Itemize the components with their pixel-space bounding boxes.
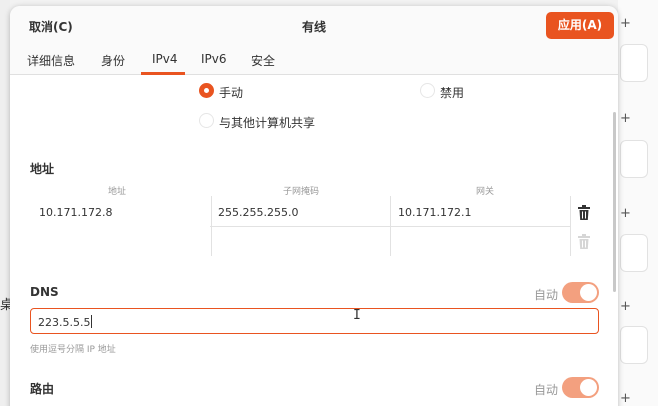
column-divider	[570, 196, 571, 256]
netmask-field[interactable]: 255.255.255.0	[218, 206, 298, 219]
dns-section-title: DNS	[30, 285, 59, 299]
column-header-gateway: 网关	[476, 187, 495, 197]
gateway-field[interactable]: 10.171.172.1	[398, 206, 471, 219]
add-icon: +	[620, 206, 631, 221]
tab-details[interactable]: 详细信息	[27, 52, 75, 69]
tab-ipv6[interactable]: IPv6	[201, 52, 227, 66]
addresses-section-title: 地址	[30, 162, 55, 176]
apply-button[interactable]: 应用(A)	[546, 12, 614, 39]
row-divider	[210, 226, 570, 227]
add-icon: +	[620, 391, 631, 406]
radio-shared-label[interactable]: 与其他计算机共享	[219, 114, 315, 131]
routes-section-title: 路由	[30, 382, 55, 396]
background-card	[620, 44, 648, 82]
dns-auto-label: 自动	[534, 288, 559, 302]
add-icon: +	[620, 16, 631, 31]
radio-manual-label[interactable]: 手动	[219, 84, 243, 101]
background-card	[620, 140, 648, 178]
active-tab-indicator	[141, 72, 185, 75]
dns-auto-toggle[interactable]	[562, 282, 599, 303]
background-sidebar-edge	[0, 0, 10, 406]
tab-bar: 详细信息 身份 IPv4 IPv6 安全	[10, 48, 618, 75]
background-card	[620, 234, 648, 272]
tab-ipv4[interactable]: IPv4	[152, 52, 178, 66]
dialog-title: 有线	[301, 20, 326, 34]
radio-disabled-label[interactable]: 禁用	[440, 84, 464, 101]
i-beam-cursor-icon: I	[353, 308, 361, 323]
radio-manual[interactable]	[199, 83, 214, 98]
add-icon: +	[620, 299, 631, 314]
radio-disabled[interactable]	[420, 83, 435, 98]
add-icon: +	[620, 111, 631, 126]
tab-security[interactable]: 安全	[251, 52, 275, 69]
wired-settings-dialog: 取消(C) 有线 应用(A) 详细信息 身份 IPv4 IPv6 安全 手动 禁…	[10, 6, 618, 406]
address-field[interactable]: 10.171.172.8	[39, 206, 112, 219]
dns-hint: 使用逗号分隔 IP 地址	[30, 345, 116, 355]
text-caret	[91, 315, 93, 328]
trash-icon[interactable]	[577, 234, 591, 250]
radio-shared[interactable]	[199, 113, 214, 128]
background-card	[620, 326, 648, 364]
tab-identity[interactable]: 身份	[101, 52, 125, 69]
routes-auto-label: 自动	[534, 383, 559, 397]
dns-input[interactable]: 223.5.5.5	[30, 308, 599, 334]
trash-icon[interactable]	[577, 205, 591, 221]
routes-auto-toggle[interactable]	[562, 377, 599, 398]
scrollbar[interactable]	[613, 112, 616, 292]
column-header-address: 地址	[108, 187, 127, 197]
column-header-netmask: 子网掩码	[283, 187, 320, 197]
dns-input-value: 223.5.5.5	[38, 315, 93, 329]
dialog-header: 取消(C) 有线 应用(A)	[10, 6, 618, 48]
